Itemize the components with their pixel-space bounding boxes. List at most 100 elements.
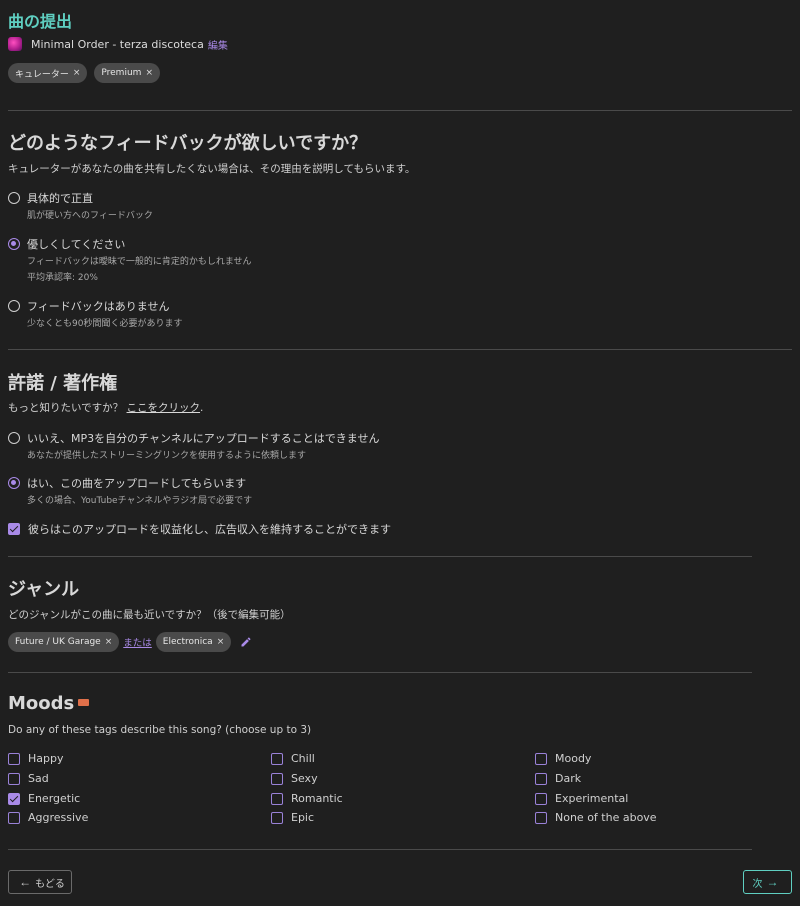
permission-option-yes[interactable]: はい、この曲をアップロードしてもらいます bbox=[8, 475, 246, 491]
remove-tag-icon[interactable]: × bbox=[145, 68, 153, 78]
feedback-option-honest[interactable]: 具体的で正直 bbox=[8, 190, 93, 206]
approval-rate: 平均承認率: 20% bbox=[27, 273, 98, 283]
tag-chip-label: Premium bbox=[101, 68, 142, 78]
mood-item[interactable]: Sad bbox=[8, 772, 49, 785]
page-title: 曲の提出 bbox=[8, 12, 73, 31]
mood-item[interactable]: Romantic bbox=[271, 792, 343, 805]
mood-label: Experimental bbox=[555, 792, 629, 805]
feedback-option-label: 具体的で正直 bbox=[27, 192, 93, 205]
genre-tags: Future / UK Garage × または Electronica × bbox=[8, 632, 252, 652]
mood-item[interactable]: Experimental bbox=[535, 792, 628, 805]
mood-checkbox[interactable] bbox=[8, 811, 20, 824]
permission-option-no[interactable]: いいえ、MP3を自分のチャンネルにアップロードすることはできません bbox=[8, 430, 379, 446]
feedback-option-sub: 肌が硬い方へのフィードバック bbox=[27, 211, 153, 221]
radio-gentle[interactable] bbox=[8, 238, 20, 250]
genre-chip-label: Future / UK Garage bbox=[15, 637, 101, 647]
genre-or-link[interactable]: または bbox=[123, 635, 152, 649]
mood-label: Aggressive bbox=[28, 811, 89, 824]
new-badge-icon bbox=[78, 698, 90, 706]
mood-label: Energetic bbox=[28, 792, 81, 805]
mood-checkbox[interactable] bbox=[271, 792, 283, 805]
selected-tags: キュレーター × Premium × bbox=[8, 63, 167, 83]
monetize-checkbox[interactable] bbox=[8, 523, 20, 535]
back-button-label: もどる bbox=[35, 878, 65, 890]
edit-pencil-icon[interactable] bbox=[240, 636, 252, 648]
permission-period: . bbox=[200, 402, 204, 414]
permission-question: もっと知りたいですか？ bbox=[8, 402, 124, 414]
permission-option-label: はい、この曲をアップロードしてもらいます bbox=[27, 477, 247, 490]
mood-item[interactable]: Dark bbox=[535, 772, 581, 785]
genre-description: どのジャンルがこの曲に最も近いですか？（後で編集可能） bbox=[8, 609, 291, 621]
edit-song-link[interactable]: 編集 bbox=[208, 37, 228, 52]
feedback-option-gentle[interactable]: 優しくしてください bbox=[8, 236, 125, 252]
moods-heading-row: Moods bbox=[8, 693, 90, 714]
mood-checkbox[interactable] bbox=[535, 811, 547, 824]
divider bbox=[8, 110, 792, 111]
radio-none[interactable] bbox=[8, 300, 20, 312]
mood-label: Chill bbox=[291, 752, 315, 765]
mood-checkbox[interactable] bbox=[8, 772, 20, 785]
mood-item[interactable]: None of the above bbox=[535, 811, 657, 824]
divider bbox=[8, 672, 752, 673]
mood-item[interactable]: Energetic bbox=[8, 792, 80, 805]
mood-item[interactable]: Epic bbox=[271, 811, 314, 824]
back-button[interactable]: ← もどる bbox=[8, 870, 72, 894]
remove-tag-icon[interactable]: × bbox=[73, 68, 81, 78]
permission-option-sub: あなたが提供したストリーミングリンクを使用するように依頼します bbox=[27, 451, 307, 461]
tag-chip-premium: Premium × bbox=[94, 63, 160, 83]
radio-no-upload[interactable] bbox=[8, 432, 20, 444]
mood-label: Happy bbox=[28, 752, 64, 765]
mood-label: Dark bbox=[555, 772, 582, 785]
mood-item[interactable]: Sexy bbox=[271, 772, 318, 785]
feedback-heading: どのようなフィードバックが欲しいですか？ bbox=[8, 133, 368, 154]
remove-genre-icon[interactable]: × bbox=[217, 637, 225, 647]
tag-chip-label: キュレーター bbox=[15, 69, 69, 80]
feedback-option-none[interactable]: フィードバックはありません bbox=[8, 298, 169, 314]
remove-genre-icon[interactable]: × bbox=[105, 637, 113, 647]
mood-label: Moody bbox=[555, 752, 592, 765]
mood-checkbox[interactable] bbox=[8, 792, 20, 805]
arrow-left-icon: ← bbox=[19, 875, 32, 889]
mood-checkbox[interactable] bbox=[535, 772, 547, 785]
divider bbox=[8, 349, 792, 350]
divider bbox=[8, 556, 752, 557]
mood-label: Romantic bbox=[291, 792, 343, 805]
moods-heading: Moods bbox=[8, 693, 75, 714]
song-row: Minimal Order - terza discoteca 編集 bbox=[8, 35, 228, 53]
mood-checkbox[interactable] bbox=[271, 811, 283, 824]
tag-chip-curator: キュレーター × bbox=[8, 63, 88, 83]
genre-chip-secondary: Electronica × bbox=[155, 632, 232, 652]
mood-label: Sexy bbox=[291, 772, 318, 785]
permission-description: もっと知りたいですか？ ここをクリック. bbox=[8, 400, 203, 415]
feedback-option-label: フィードバックはありません bbox=[27, 300, 170, 313]
feedback-description: キュレーターがあなたの曲を共有したくない場合は、その理由を説明してもらいます。 bbox=[8, 163, 416, 175]
song-name: Minimal Order - terza discoteca bbox=[31, 37, 204, 51]
feedback-option-label: 優しくしてください bbox=[27, 238, 126, 251]
mood-label: Epic bbox=[291, 811, 315, 824]
mood-item[interactable]: Chill bbox=[271, 752, 315, 765]
mood-checkbox[interactable] bbox=[271, 772, 283, 785]
mood-checkbox[interactable] bbox=[535, 752, 547, 765]
moods-description: Do any of these tags describe this song?… bbox=[8, 724, 312, 736]
monetize-checkbox-row[interactable]: 彼らはこのアップロードを収益化し、広告収入を維持することができます bbox=[8, 521, 391, 537]
next-button[interactable]: 次 → bbox=[743, 870, 792, 894]
mood-checkbox[interactable] bbox=[535, 792, 547, 805]
learn-more-link[interactable]: ここをクリック bbox=[127, 402, 201, 414]
mood-item[interactable]: Aggressive bbox=[8, 811, 88, 824]
permission-heading: 許諾 / 著作権 bbox=[8, 373, 118, 394]
mood-item[interactable]: Moody bbox=[535, 752, 591, 765]
next-button-label: 次 bbox=[752, 878, 763, 890]
radio-honest[interactable] bbox=[8, 192, 20, 204]
genre-chip-primary: Future / UK Garage × bbox=[8, 632, 120, 652]
mood-checkbox[interactable] bbox=[8, 752, 20, 765]
submit-song-page: 曲の提出 Minimal Order - terza discoteca 編集 … bbox=[0, 0, 800, 906]
genre-heading: ジャンル bbox=[8, 579, 80, 600]
mood-checkbox[interactable] bbox=[271, 752, 283, 765]
monetize-label: 彼らはこのアップロードを収益化し、広告収入を維持することができます bbox=[28, 523, 391, 536]
permission-option-label: いいえ、MP3を自分のチャンネルにアップロードすることはできません bbox=[27, 432, 380, 445]
feedback-option-sub: フィードバックは曖昧で一般的に肯定的かもしれません bbox=[27, 257, 252, 267]
radio-allow-upload[interactable] bbox=[8, 477, 20, 489]
song-artwork bbox=[8, 37, 22, 51]
mood-item[interactable]: Happy bbox=[8, 752, 64, 765]
divider bbox=[8, 849, 752, 850]
